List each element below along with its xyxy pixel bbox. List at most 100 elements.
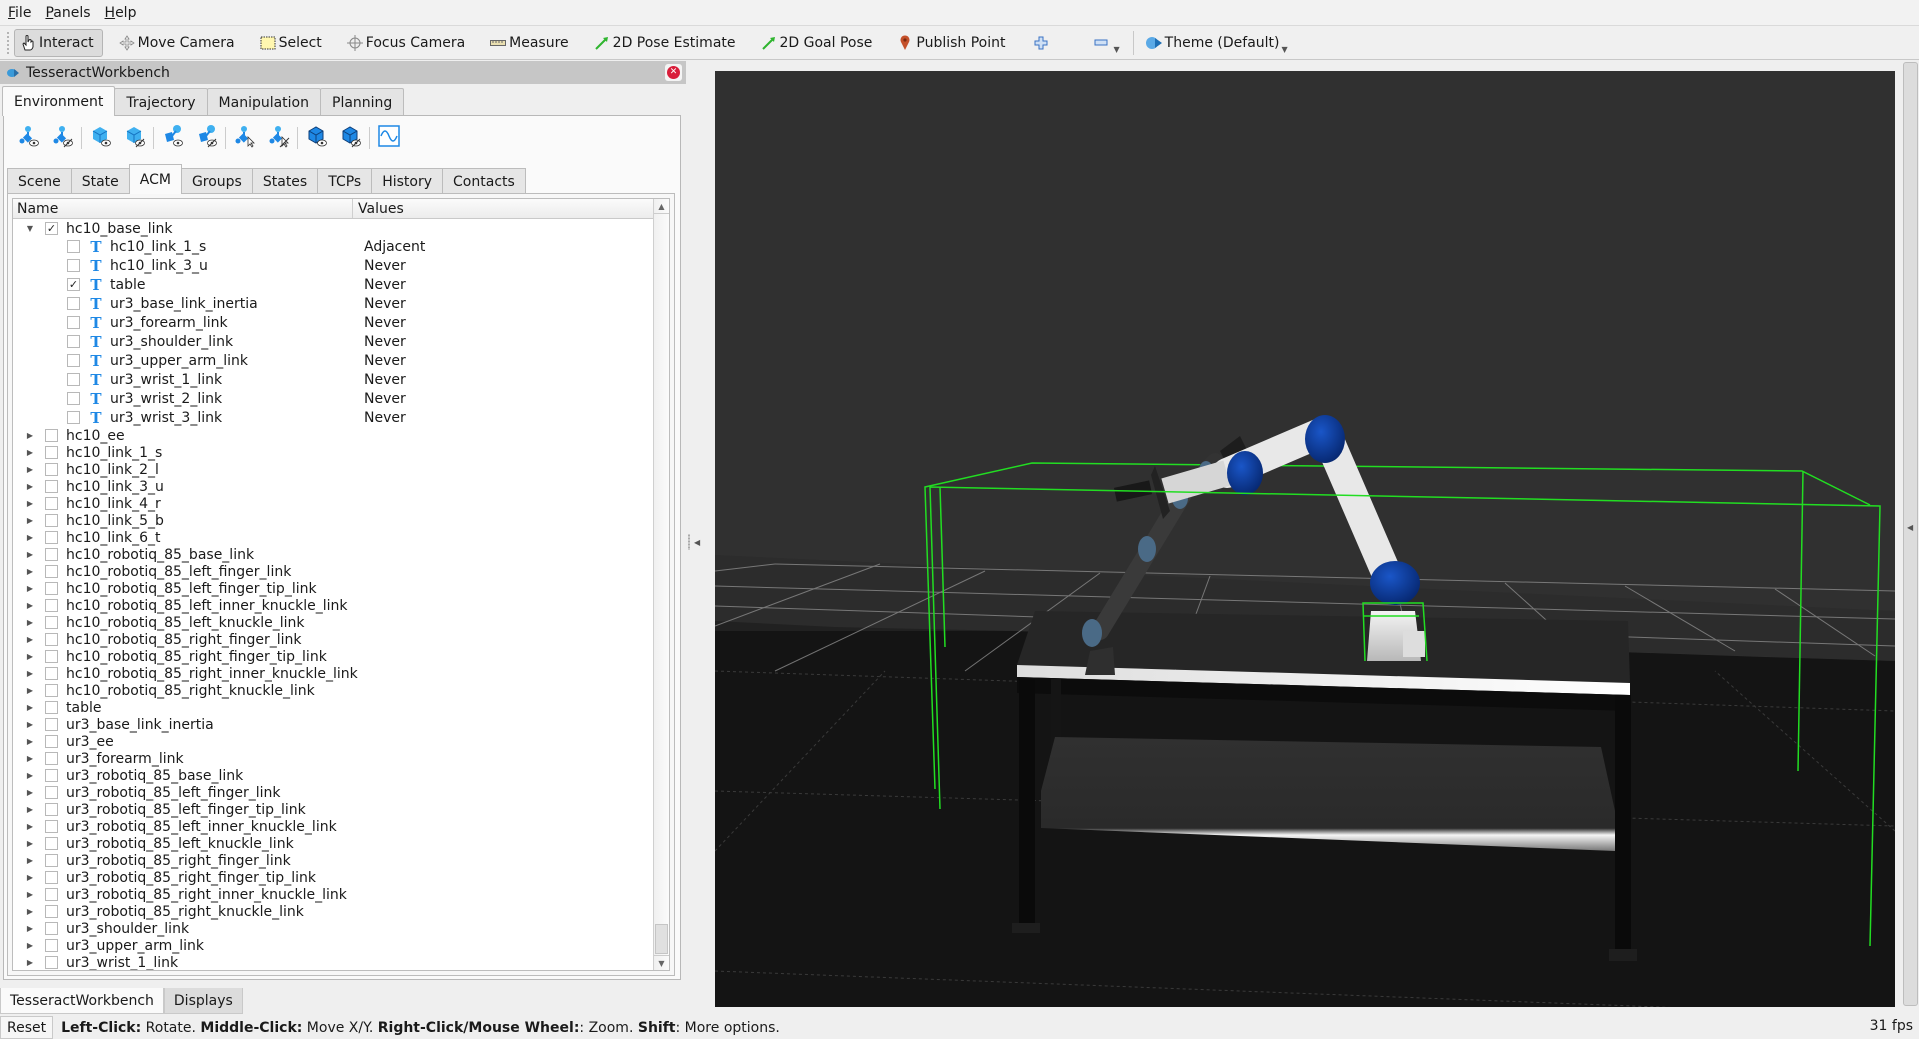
row-checkbox[interactable]: [45, 786, 58, 799]
tree-row[interactable]: ▶ ur3_forearm_link: [13, 750, 653, 767]
right-dock-handle[interactable]: ◀: [1903, 62, 1918, 1006]
add-tool-button[interactable]: [1025, 29, 1059, 57]
tree-child-row[interactable]: Tur3_wrist_2_link Never: [13, 389, 653, 408]
tree-row[interactable]: ▶ ur3_robotiq_85_right_knuckle_link: [13, 903, 653, 920]
tree-row[interactable]: ▶ hc10_link_3_u: [13, 478, 653, 495]
row-checkbox[interactable]: [45, 565, 58, 578]
show-axes-button[interactable]: [302, 124, 332, 152]
tree-row[interactable]: ▶ hc10_robotiq_85_left_knuckle_link: [13, 614, 653, 631]
subtab-groups[interactable]: Groups: [180, 168, 253, 194]
dock-close-button[interactable]: ✕: [665, 64, 682, 81]
collapsed-arrow-icon[interactable]: ▶: [25, 533, 35, 542]
row-checkbox[interactable]: [67, 240, 80, 253]
row-checkbox[interactable]: [45, 735, 58, 748]
show-collision-button[interactable]: [158, 124, 188, 152]
collapsed-arrow-icon[interactable]: ▶: [25, 686, 35, 695]
collapsed-arrow-icon[interactable]: ▶: [25, 703, 35, 712]
tool-2d-pose-estimate[interactable]: 2D Pose Estimate: [588, 29, 745, 57]
theme-selector[interactable]: Theme (Default) ▼: [1140, 29, 1297, 57]
tool-focus-camera[interactable]: Focus Camera: [341, 29, 474, 57]
row-checkbox[interactable]: [67, 354, 80, 367]
deselect-links-button[interactable]: [264, 124, 294, 152]
hide-links-button[interactable]: [48, 124, 78, 152]
remove-tool-button[interactable]: ▼: [1085, 29, 1127, 57]
dock-title-bar[interactable]: TesseractWorkbench ✕: [0, 61, 686, 84]
collapsed-arrow-icon[interactable]: ▶: [25, 907, 35, 916]
subtab-history[interactable]: History: [371, 168, 444, 194]
tree-row[interactable]: ▶ hc10_link_5_b: [13, 512, 653, 529]
tree-row[interactable]: ▶ hc10_ee: [13, 427, 653, 444]
row-checkbox[interactable]: [45, 718, 58, 731]
collapsed-arrow-icon[interactable]: ▶: [25, 754, 35, 763]
dock-splitter[interactable]: ◀: [688, 534, 700, 550]
row-checkbox[interactable]: [45, 871, 58, 884]
tree-row[interactable]: ▶ ur3_wrist_1_link: [13, 954, 653, 971]
collapsed-arrow-icon[interactable]: ▶: [25, 941, 35, 950]
tree-row[interactable]: ▶ table: [13, 699, 653, 716]
collapsed-arrow-icon[interactable]: ▶: [25, 720, 35, 729]
collapsed-arrow-icon[interactable]: ▶: [25, 550, 35, 559]
row-checkbox[interactable]: [45, 429, 58, 442]
collapsed-arrow-icon[interactable]: ▶: [25, 499, 35, 508]
row-checkbox[interactable]: [45, 531, 58, 544]
row-checkbox[interactable]: ✓: [45, 222, 58, 235]
tree-row[interactable]: ▶ ur3_robotiq_85_left_finger_tip_link: [13, 801, 653, 818]
subtab-acm[interactable]: ACM: [128, 164, 182, 194]
tool-measure[interactable]: Measure: [484, 29, 578, 57]
tree-row[interactable]: ▶ hc10_robotiq_85_left_finger_tip_link: [13, 580, 653, 597]
toolbar-grip[interactable]: [6, 30, 10, 55]
collapsed-arrow-icon[interactable]: ▶: [25, 873, 35, 882]
subtab-state[interactable]: State: [70, 168, 130, 194]
tree-row[interactable]: ▶ hc10_robotiq_85_right_knuckle_link: [13, 682, 653, 699]
row-checkbox[interactable]: [45, 854, 58, 867]
tree-child-row[interactable]: Tur3_wrist_3_link Never: [13, 408, 653, 427]
row-checkbox[interactable]: [67, 411, 80, 424]
tree-row[interactable]: ▶ ur3_base_link_inertia: [13, 716, 653, 733]
row-checkbox[interactable]: [67, 316, 80, 329]
row-checkbox[interactable]: [45, 922, 58, 935]
row-checkbox[interactable]: [45, 667, 58, 680]
collapsed-arrow-icon[interactable]: ▶: [25, 856, 35, 865]
collapsed-arrow-icon[interactable]: ▶: [25, 822, 35, 831]
row-checkbox[interactable]: [67, 335, 80, 348]
row-checkbox[interactable]: [67, 392, 80, 405]
subtab-contacts[interactable]: Contacts: [442, 168, 526, 194]
plot-button[interactable]: [374, 124, 404, 152]
collapsed-arrow-icon[interactable]: ▶: [25, 924, 35, 933]
row-checkbox[interactable]: [45, 752, 58, 765]
tree-row[interactable]: ▶ hc10_robotiq_85_left_finger_link: [13, 563, 653, 580]
tree-row[interactable]: ▶ hc10_robotiq_85_right_inner_knuckle_lin…: [13, 665, 653, 682]
row-checkbox[interactable]: [45, 803, 58, 816]
expanded-arrow-icon[interactable]: ▼: [25, 224, 35, 233]
tree-row[interactable]: ▶ ur3_ee: [13, 733, 653, 750]
tree-row[interactable]: ▶ ur3_robotiq_85_left_finger_link: [13, 784, 653, 801]
tree-row[interactable]: ▶ ur3_robotiq_85_right_finger_tip_link: [13, 869, 653, 886]
collapsed-arrow-icon[interactable]: ▶: [25, 482, 35, 491]
column-header-values[interactable]: Values: [353, 199, 404, 218]
collapsed-arrow-icon[interactable]: ▶: [25, 516, 35, 525]
hide-visual-button[interactable]: [120, 124, 150, 152]
collapsed-arrow-icon[interactable]: ▶: [25, 567, 35, 576]
collapsed-arrow-icon[interactable]: ▶: [25, 669, 35, 678]
tree-child-row[interactable]: Tur3_upper_arm_link Never: [13, 351, 653, 370]
tree-row[interactable]: ▶ hc10_robotiq_85_right_finger_link: [13, 631, 653, 648]
collapsed-arrow-icon[interactable]: ▶: [25, 635, 35, 644]
tab-trajectory[interactable]: Trajectory: [114, 88, 208, 116]
tree-row[interactable]: ▶ ur3_robotiq_85_left_inner_knuckle_link: [13, 818, 653, 835]
tree-row[interactable]: ▶ hc10_robotiq_85_base_link: [13, 546, 653, 563]
tab-environment[interactable]: Environment: [2, 86, 116, 116]
row-checkbox[interactable]: [67, 373, 80, 386]
row-checkbox[interactable]: [45, 769, 58, 782]
tree-row[interactable]: ▶ ur3_robotiq_85_left_knuckle_link: [13, 835, 653, 852]
tree-child-row[interactable]: Thc10_link_3_u Never: [13, 256, 653, 275]
column-header-name[interactable]: Name: [13, 199, 353, 218]
row-checkbox[interactable]: [45, 837, 58, 850]
row-checkbox[interactable]: [45, 497, 58, 510]
tree-row[interactable]: ▶ hc10_link_4_r: [13, 495, 653, 512]
row-checkbox[interactable]: [67, 259, 80, 272]
row-checkbox[interactable]: [45, 684, 58, 697]
show-visual-button[interactable]: [86, 124, 116, 152]
tree-row[interactable]: ▶ hc10_robotiq_85_left_inner_knuckle_link: [13, 597, 653, 614]
tree-row[interactable]: ▶ hc10_robotiq_85_right_finger_tip_link: [13, 648, 653, 665]
row-checkbox[interactable]: [45, 463, 58, 476]
